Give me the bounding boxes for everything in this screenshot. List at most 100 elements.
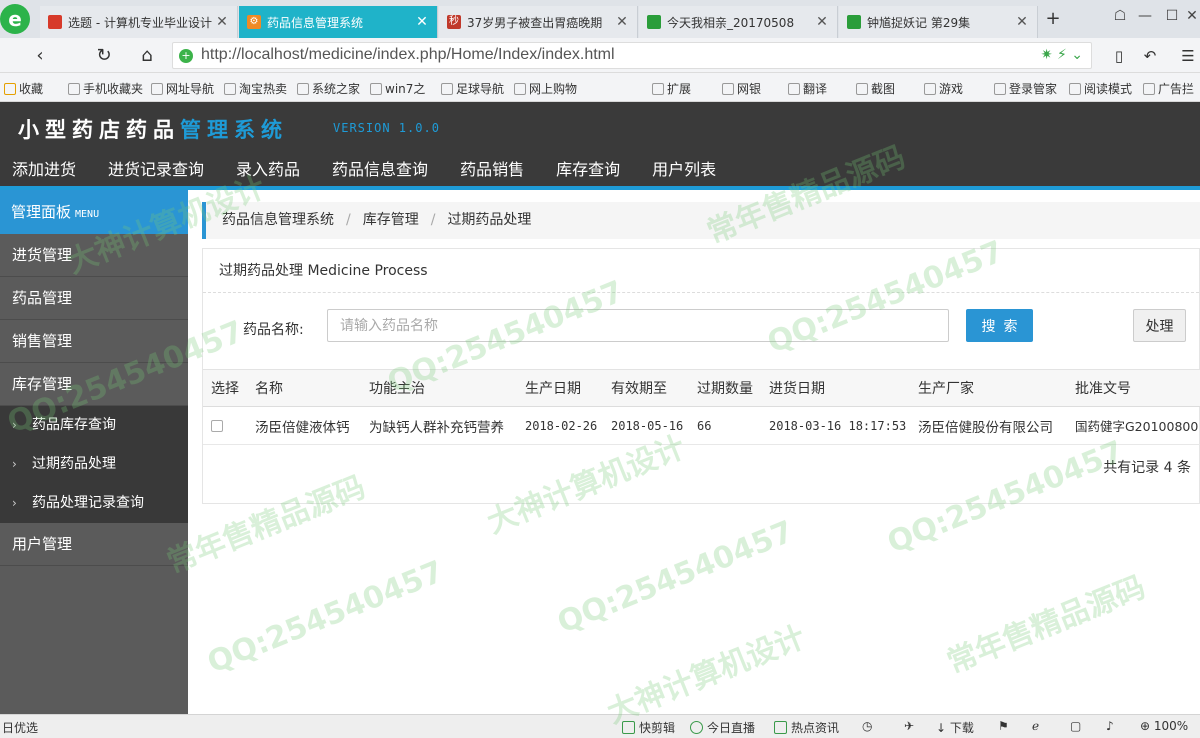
window-icon[interactable]: ▢	[1070, 719, 1081, 733]
zoom-level[interactable]: ⊕ 100%	[1140, 719, 1188, 733]
bookmark-item[interactable]: 网上购物	[514, 80, 577, 97]
bookmark-item[interactable]: 淘宝热卖	[224, 80, 287, 97]
translate-icon	[788, 82, 800, 95]
bookmark-item[interactable]: 截图	[856, 80, 895, 97]
sidebar-item-medicine[interactable]: 药品管理	[0, 277, 188, 320]
chevron-right-icon: ›	[12, 457, 17, 471]
bookmark-item[interactable]: 登录管家	[994, 80, 1057, 97]
scissors-icon	[856, 82, 868, 95]
status-item-label: 快剪辑	[639, 721, 676, 735]
page-icon	[297, 82, 309, 95]
browser-tab-bar: e 选题 - 计算机专业毕业设计 ✕ ⚙ 药品信息管理系统 ✕ 秒 37岁男子被…	[0, 0, 1200, 38]
close-icon[interactable]: ✕	[1015, 14, 1029, 30]
close-icon[interactable]: ✕	[415, 14, 429, 30]
status-item[interactable]: 热点资讯	[774, 719, 839, 736]
ie-icon[interactable]: ℯ	[1032, 719, 1039, 733]
sidebar-subitem-process-records[interactable]: › 药品处理记录查询	[0, 484, 188, 523]
nav-user-list[interactable]: 用户列表	[652, 158, 716, 186]
bookmark-item[interactable]: 足球导航	[441, 80, 504, 97]
top-nav: 添加进货 进货记录查询 录入药品 药品信息查询 药品销售 库存查询 用户列表	[0, 158, 736, 186]
bookmark-item[interactable]: 翻译	[788, 80, 827, 97]
sidebar-item-sales[interactable]: 销售管理	[0, 320, 188, 363]
column-header-function: 功能主治	[361, 369, 517, 407]
sidebar-header-label: 管理面板	[11, 203, 72, 221]
row-checkbox[interactable]	[211, 419, 223, 432]
page-icon	[151, 82, 163, 95]
nav-add-medicine[interactable]: 录入药品	[236, 158, 300, 186]
flag-icon[interactable]: ⚑	[998, 719, 1009, 733]
medicine-name-search-input[interactable]	[327, 309, 949, 342]
status-left-text[interactable]: 日优选	[2, 719, 38, 736]
bookmark-item[interactable]: 网址导航	[151, 80, 214, 97]
search-button[interactable]: 搜索	[966, 309, 1033, 342]
bookmark-item[interactable]: 网银	[722, 80, 761, 97]
key-icon	[994, 82, 1006, 95]
process-button[interactable]: 处理	[1133, 309, 1186, 342]
nav-medicine-query[interactable]: 药品信息查询	[332, 158, 428, 186]
clock-icon[interactable]: ◷	[862, 719, 872, 733]
close-window-icon[interactable]: ✕	[1180, 4, 1200, 28]
sidebar-item-inventory[interactable]: 库存管理	[0, 363, 188, 406]
status-item[interactable]: 快剪辑	[622, 719, 675, 736]
volume-icon[interactable]: ♪	[1106, 719, 1114, 733]
breadcrumb-item[interactable]: 药品信息管理系统	[222, 212, 334, 228]
url-field[interactable]: + http://localhost/medicine/index.php/Ho…	[172, 42, 1092, 69]
nav-purchase-records[interactable]: 进货记录查询	[108, 158, 204, 186]
bookmark-item[interactable]: 系统之家	[297, 80, 360, 97]
browser-tab[interactable]: 选题 - 计算机专业毕业设计 ✕	[40, 6, 238, 38]
bookmark-item[interactable]: win7之	[370, 80, 425, 97]
cell-expired-qty: 66	[689, 406, 761, 445]
sidebar-item-purchase[interactable]: 进货管理	[0, 234, 188, 277]
sidebar-subitem-stock-query[interactable]: › 药品库存查询	[0, 406, 188, 445]
breadcrumb-item[interactable]: 库存管理	[363, 212, 419, 228]
menu-icon[interactable]: ☰	[1176, 44, 1200, 68]
nav-medicine-sales[interactable]: 药品销售	[460, 158, 524, 186]
sidebar-subitem-label: 药品处理记录查询	[32, 495, 144, 511]
browser-tab-active[interactable]: ⚙ 药品信息管理系统 ✕	[239, 6, 438, 38]
panel-title: 过期药品处理 Medicine Process	[203, 249, 1199, 293]
url-text[interactable]: http://localhost/medicine/index.php/Home…	[201, 46, 615, 64]
column-header-expiry-date: 有效期至	[603, 369, 689, 407]
reload-icon[interactable]: ↻	[92, 44, 116, 68]
browser-tab[interactable]: 钟馗捉妖记 第29集 ✕	[839, 6, 1038, 38]
bookmark-item[interactable]: 游戏	[924, 80, 963, 97]
page-icon	[441, 82, 453, 95]
bookmark-item[interactable]: 手机收藏夹	[68, 80, 143, 97]
nav-inventory-query[interactable]: 库存查询	[556, 158, 620, 186]
minimize-icon[interactable]: —	[1133, 4, 1157, 28]
browser-logo-icon[interactable]: e	[0, 4, 30, 34]
home-icon[interactable]: ⌂	[135, 44, 159, 68]
cell-name: 汤臣倍健液体钙	[247, 406, 361, 445]
close-icon[interactable]: ✕	[215, 14, 229, 30]
sidebar-subitem-expired[interactable]: › 过期药品处理	[0, 445, 188, 484]
browser-status-bar: 日优选 快剪辑 今日直播 热点资讯 ◷ ✈ ↓ 下载 ⚑ ℯ ▢ ♪ ⊕ 100…	[0, 714, 1200, 738]
gamepad-icon	[924, 82, 936, 95]
sidebar-header: 管理面板 MENU	[0, 190, 188, 234]
phone-icon[interactable]: ▯	[1107, 44, 1131, 68]
bookmark-favorites[interactable]: 收藏	[4, 80, 43, 97]
sidebar-item-users[interactable]: 用户管理	[0, 523, 188, 566]
status-item[interactable]: 今日直播	[690, 719, 755, 736]
close-icon[interactable]: ✕	[615, 14, 629, 30]
browser-tab[interactable]: 今天我相亲_20170508 ✕	[639, 6, 838, 38]
address-bar: ‹ ↻ ⌂ + http://localhost/medicine/index.…	[0, 38, 1200, 73]
block-icon	[1143, 82, 1155, 95]
back-icon[interactable]: ‹	[28, 44, 52, 68]
bookmark-item[interactable]: 广告拦	[1143, 80, 1194, 97]
close-icon[interactable]: ✕	[815, 14, 829, 30]
column-header-production-date: 生产日期	[517, 369, 603, 407]
skin-icon[interactable]: ☖	[1108, 4, 1132, 28]
new-tab-button[interactable]: +	[1043, 8, 1063, 29]
cell-approval-no: 国药健字G20100800	[1067, 406, 1200, 445]
status-item[interactable]: ↓ 下载	[936, 719, 974, 736]
status-item-label: 热点资讯	[791, 721, 840, 735]
bookmark-item[interactable]: 扩展	[652, 80, 691, 97]
bookmark-label: 广告拦	[1158, 82, 1195, 96]
browser-tab[interactable]: 秒 37岁男子被查出胃癌晚期 ✕	[439, 6, 638, 38]
nav-add-purchase[interactable]: 添加进货	[12, 158, 76, 186]
grid-icon	[652, 82, 664, 95]
undo-icon[interactable]: ↶	[1138, 44, 1162, 68]
lightning-icon[interactable]: ✷ ⚡ ⌄	[1041, 47, 1083, 63]
pin-icon[interactable]: ✈	[904, 719, 914, 733]
bookmark-item[interactable]: 阅读模式	[1069, 80, 1132, 97]
